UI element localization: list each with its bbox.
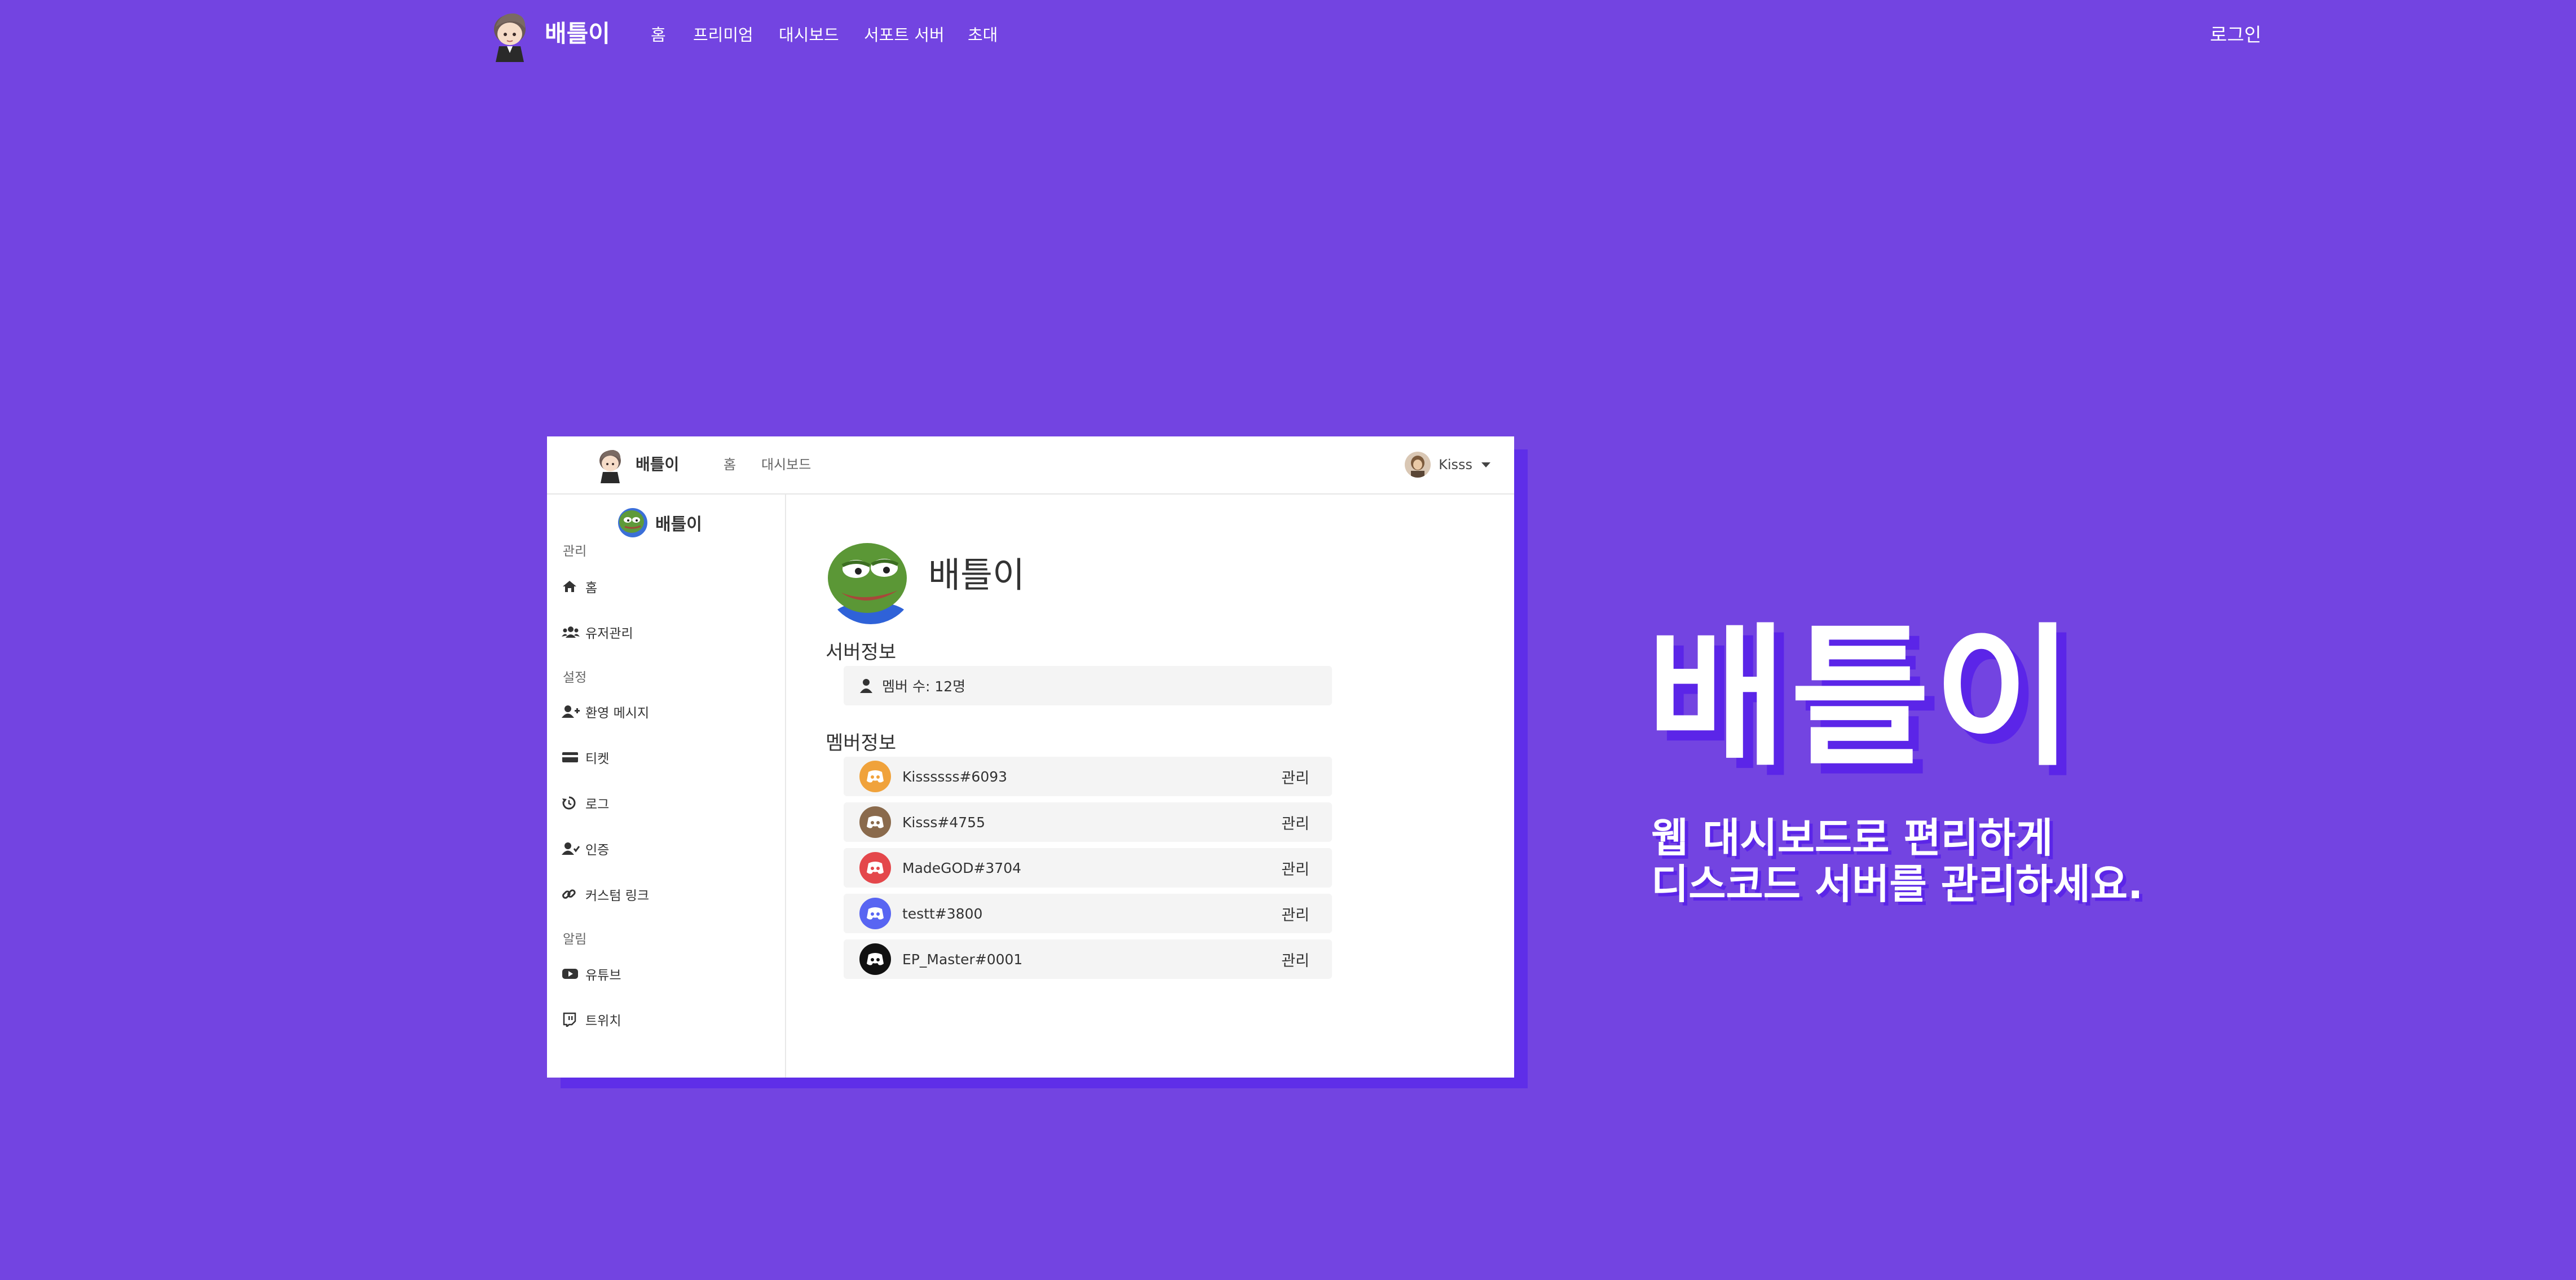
preview-user-avatar xyxy=(1405,452,1431,478)
home-icon xyxy=(562,578,581,595)
sidebar-section-notifications: 알림 xyxy=(563,932,587,947)
user-plus-icon xyxy=(562,703,581,720)
manage-member-button: 관리 xyxy=(1281,860,1309,879)
preview-brand-logo xyxy=(594,446,626,483)
guild-name: 배틀이 xyxy=(928,554,1025,595)
user-icon xyxy=(859,678,873,693)
sidebar-item-label: 유튜브 xyxy=(585,968,621,983)
login-button[interactable]: 로그인 xyxy=(2210,23,2261,47)
preview-nav-home: 홈 xyxy=(724,457,736,473)
nav-invite[interactable]: 초대 xyxy=(968,24,998,46)
member-name: Kisss#4755 xyxy=(902,814,985,831)
nav-dashboard[interactable]: 대시보드 xyxy=(779,24,839,46)
sidebar-item-label: 환영 메시지 xyxy=(585,706,650,721)
member-count-row: 멤버 수: 12명 xyxy=(844,666,1332,705)
top-navbar: 배틀이 홈 프리미엄 대시보드 서포트 서버 초대 로그인 xyxy=(0,0,2576,70)
sidebar-item-twitch: 트위치 xyxy=(562,1008,621,1031)
sidebar-item-label: 티켓 xyxy=(585,752,610,766)
sidebar-item-welcome-message: 환영 메시지 xyxy=(562,700,649,723)
sidebar-section-settings: 설정 xyxy=(563,670,587,685)
sidebar-item-log: 로그 xyxy=(562,792,609,814)
sidebar-item-custom-link: 커스텀 링크 xyxy=(562,883,649,906)
nav-premium[interactable]: 프리미엄 xyxy=(693,24,753,46)
sidebar-item-users: 유저관리 xyxy=(562,621,633,643)
sidebar-item-label: 홈 xyxy=(585,581,598,595)
preview-user-name: Kisss xyxy=(1439,457,1472,473)
member-info-heading: 멤버정보 xyxy=(826,732,897,754)
preview-sidebar: 배틀이 관리 홈 유저관리 설정 환영 메시지 티켓 로그 인증 커스텀 링크 … xyxy=(547,495,786,1078)
member-count: 멤버 수: 12명 xyxy=(882,678,966,695)
brand-name[interactable]: 배틀이 xyxy=(545,17,610,51)
member-avatar xyxy=(859,852,891,884)
nav-support-server[interactable]: 서포트 서버 xyxy=(864,24,945,46)
page: 배틀이 홈 프리미엄 대시보드 서포트 서버 초대 로그인 배틀이 홈 대시보드… xyxy=(0,0,2576,1280)
history-icon xyxy=(562,795,581,811)
preview-user-menu: Kisss xyxy=(1405,449,1490,480)
member-avatar xyxy=(859,943,891,975)
member-row: Kisss#4755 관리 xyxy=(844,802,1332,842)
link-icon xyxy=(562,886,581,903)
twitch-icon xyxy=(562,1011,581,1028)
member-avatar xyxy=(859,761,891,792)
hero-title: 배틀이 xyxy=(1647,609,2077,787)
server-info-heading: 서버정보 xyxy=(826,641,897,664)
member-row: Kissssss#6093 관리 xyxy=(844,757,1332,796)
preview-sidebar-server: 배틀이 xyxy=(618,507,702,539)
hero-subtitle-line-2: 디스코드 서버를 관리하세요. xyxy=(1651,860,2143,908)
sidebar-section-manage: 관리 xyxy=(563,544,587,559)
sidebar-item-label: 커스텀 링크 xyxy=(585,889,650,903)
hero-subtitle-line-1: 웹 대시보드로 편리하게 xyxy=(1651,814,2053,862)
server-icon xyxy=(618,508,647,537)
sidebar-item-label: 트위치 xyxy=(585,1014,621,1029)
manage-member-button: 관리 xyxy=(1281,815,1309,833)
brand-logo[interactable] xyxy=(487,8,533,62)
card-icon xyxy=(562,749,581,766)
sidebar-item-verification: 인증 xyxy=(562,837,609,860)
member-name: testt#3800 xyxy=(902,905,983,922)
member-avatar xyxy=(859,806,891,838)
preview-brand-name: 배틀이 xyxy=(636,455,680,474)
member-name: EP_Master#0001 xyxy=(902,951,1023,968)
member-row: testt#3800 관리 xyxy=(844,894,1332,933)
preview-navbar: 배틀이 홈 대시보드 Kisss xyxy=(547,436,1514,495)
caret-down-icon xyxy=(1481,462,1490,467)
guild-icon xyxy=(826,534,916,624)
manage-member-button: 관리 xyxy=(1281,906,1309,924)
preview-main: 배틀이 서버정보 멤버 수: 12명 멤버정보 Kissssss#6093 관리 K… xyxy=(786,495,1514,1078)
member-name: MadeGOD#3704 xyxy=(902,859,1022,876)
sidebar-item-home: 홈 xyxy=(562,575,597,598)
nav-home[interactable]: 홈 xyxy=(651,24,666,46)
member-name: Kissssss#6093 xyxy=(902,768,1008,785)
manage-member-button: 관리 xyxy=(1281,952,1309,970)
sidebar-item-youtube: 유튜브 xyxy=(562,963,621,985)
sidebar-item-label: 인증 xyxy=(585,843,610,858)
hero-subtitle: 웹 대시보드로 편리하게 디스코드 서버를 관리하세요. xyxy=(1651,815,2143,907)
sidebar-item-label: 유저관리 xyxy=(585,626,633,641)
sidebar-item-label: 로그 xyxy=(585,797,610,812)
user-check-icon xyxy=(562,840,581,857)
member-row: EP_Master#0001 관리 xyxy=(844,939,1332,979)
users-icon xyxy=(562,624,581,641)
member-avatar xyxy=(859,898,891,929)
sidebar-item-ticket: 티켓 xyxy=(562,746,609,769)
manage-member-button: 관리 xyxy=(1281,769,1309,787)
youtube-icon xyxy=(562,965,581,982)
member-row: MadeGOD#3704 관리 xyxy=(844,848,1332,888)
preview-nav-dashboard: 대시보드 xyxy=(761,457,811,473)
dashboard-preview: 배틀이 홈 대시보드 Kisss 배틀이 관리 홈 유저관리 설정 환영 메시지… xyxy=(547,436,1514,1078)
preview-server-name: 배틀이 xyxy=(655,515,702,535)
